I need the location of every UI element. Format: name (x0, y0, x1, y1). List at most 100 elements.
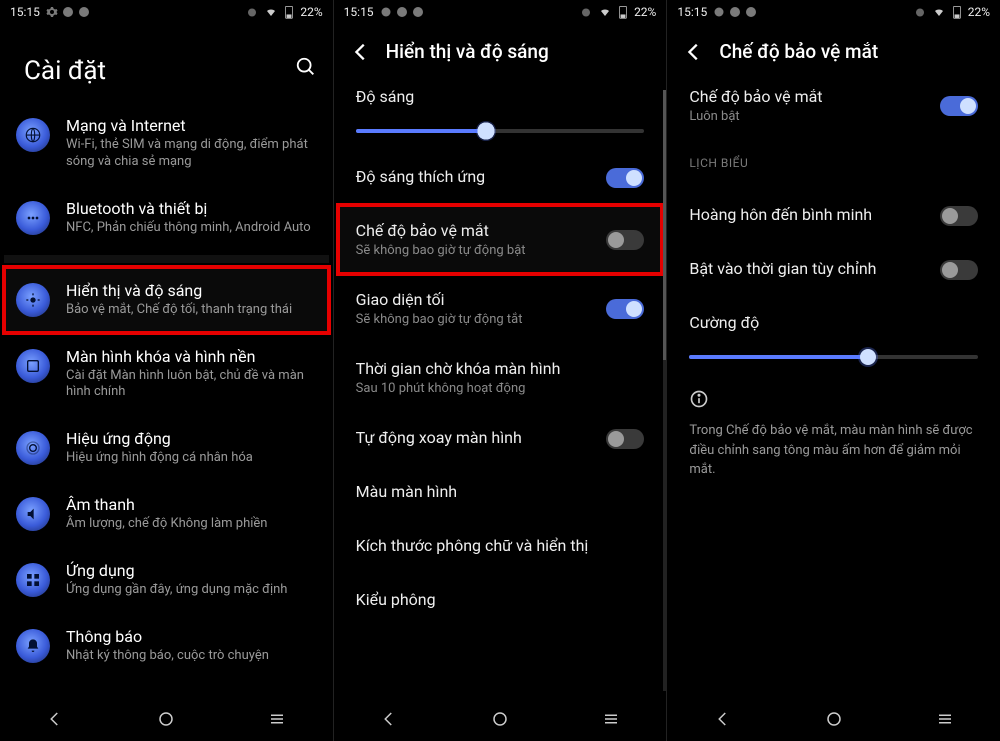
status-bar: 15:15 22% (334, 0, 667, 24)
help-icon (396, 6, 408, 18)
settings-item-sound[interactable]: Âm thanh Âm lượng, chế độ Không làm phiề… (4, 481, 329, 547)
nav-home[interactable] (480, 699, 520, 739)
row-sub: Sẽ không bao giờ tự động tắt (356, 312, 607, 327)
header: Chế độ bảo vệ mắt (667, 24, 1000, 71)
nav-bar (667, 697, 1000, 741)
info-row (671, 377, 996, 421)
battery-icon (952, 5, 962, 19)
display-settings-list: Độ sáng Độ sáng thích ứng Chế độ bảo vệ … (334, 71, 667, 697)
devices-icon (16, 201, 50, 235)
chevron-left-icon (46, 710, 64, 728)
item-title: Màn hình khóa và hình nền (66, 347, 317, 366)
brightness-icon (16, 283, 50, 317)
row-title: Kiểu phông (356, 590, 645, 609)
adaptive-brightness-row[interactable]: Độ sáng thích ứng (338, 151, 663, 205)
row-title: Chế độ bảo vệ mắt (356, 221, 607, 240)
slider-thumb[interactable] (860, 349, 876, 365)
nav-recent[interactable] (257, 699, 297, 739)
status-bar: 15:15 22% (667, 0, 1000, 24)
row-title: Bật vào thời gian tùy chỉnh (689, 259, 940, 278)
brightness-slider[interactable] (356, 129, 645, 133)
page-title: Hiển thị và độ sáng (386, 40, 549, 63)
brightness-slider-wrap (338, 125, 663, 151)
slider-fill (356, 129, 486, 133)
nav-home[interactable] (814, 699, 854, 739)
status-battery: 22% (968, 5, 990, 19)
settings-item-apps[interactable]: Ứng dụng Ứng dụng gần đây, ứng dụng mặc … (4, 547, 329, 613)
help-icon (745, 6, 757, 18)
phone-settings-main: 15:15 22% Cài đặt Mạng và Internet (0, 0, 333, 741)
help-icon (62, 6, 74, 18)
item-title: Bluetooth và thiết bị (66, 199, 317, 218)
header: Hiển thị và độ sáng (334, 24, 667, 71)
row-sub: Sẽ không bao giờ tự động bật (356, 243, 607, 258)
nav-bar (334, 697, 667, 741)
auto-rotate-row[interactable]: Tự động xoay màn hình (338, 412, 663, 466)
nav-back[interactable] (703, 699, 743, 739)
item-sub: Cài đặt Màn hình luôn bật, chủ đề và màn… (66, 368, 317, 402)
circle-icon (491, 710, 509, 728)
screen-color-row[interactable]: Màu màn hình (338, 466, 663, 520)
auto-rotate-toggle[interactable] (606, 429, 644, 449)
row-sub: Sau 10 phút không hoạt động (356, 381, 645, 396)
font-size-row[interactable]: Kích thước phông chữ và hiển thị (338, 520, 663, 574)
section-label: LỊCH BIỂU (689, 156, 748, 170)
dark-mode-row[interactable]: Giao diện tối Sẽ không bao giờ tự động t… (338, 274, 663, 343)
settings-item-bluetooth[interactable]: Bluetooth và thiết bị NFC, Phản chiếu th… (4, 185, 329, 251)
header: Cài đặt (0, 24, 333, 102)
chevron-left-icon (350, 41, 372, 63)
settings-item-display[interactable]: Hiển thị và độ sáng Bảo vệ mắt, Chế độ t… (4, 267, 329, 333)
sunset-sunrise-toggle[interactable] (940, 206, 978, 226)
settings-item-notifications[interactable]: Thông báo Nhật ký thông báo, cuộc trò ch… (4, 613, 329, 679)
nav-recent[interactable] (925, 699, 965, 739)
eye-comfort-main-toggle[interactable] (940, 96, 978, 116)
back-button[interactable] (683, 41, 705, 63)
dark-mode-toggle[interactable] (606, 299, 644, 319)
nav-home[interactable] (146, 699, 186, 739)
eye-comfort-row[interactable]: Chế độ bảo vệ mắt Sẽ không bao giờ tự độ… (338, 205, 663, 274)
nav-back[interactable] (369, 699, 409, 739)
settings-item-animation[interactable]: Hiệu ứng động Hiệu ứng hình động cá nhân… (4, 415, 329, 481)
back-button[interactable] (350, 41, 372, 63)
item-title: Thông báo (66, 627, 317, 646)
search-button[interactable] (295, 56, 317, 78)
globe-icon (16, 118, 50, 152)
page-title: Cài đặt (16, 40, 281, 94)
nav-recent[interactable] (591, 699, 631, 739)
chevron-left-icon (683, 41, 705, 63)
row-title: Giao diện tối (356, 290, 607, 309)
nav-back[interactable] (35, 699, 75, 739)
item-sub: Nhật ký thông báo, cuộc trò chuyện (66, 648, 317, 665)
custom-time-toggle[interactable] (940, 260, 978, 280)
sunset-sunrise-row[interactable]: Hoàng hôn đến bình minh (671, 189, 996, 243)
status-time: 15:15 (344, 5, 374, 19)
chevron-left-icon (714, 710, 732, 728)
eye-comfort-main-row[interactable]: Chế độ bảo vệ mắt Luôn bật (671, 71, 996, 140)
eye-comfort-list: Chế độ bảo vệ mắt Luôn bật LỊCH BIỂU Hoà… (667, 71, 1000, 697)
settings-item-lockscreen[interactable]: Màn hình khóa và hình nền Cài đặt Màn hì… (4, 333, 329, 416)
wifi-icon (264, 6, 278, 18)
item-title: Âm thanh (66, 495, 317, 514)
item-title: Mạng và Internet (66, 116, 317, 135)
settings-item-network[interactable]: Mạng và Internet Wi-Fi, thẻ SIM và mạng … (4, 102, 329, 185)
item-sub: NFC, Phản chiếu thông minh, Android Auto (66, 220, 317, 237)
font-style-row[interactable]: Kiểu phông (338, 574, 663, 628)
screen-timeout-row[interactable]: Thời gian chờ khóa màn hình Sau 10 phút … (338, 343, 663, 412)
intensity-slider[interactable] (689, 355, 978, 359)
apps-icon (16, 563, 50, 597)
slider-thumb[interactable] (478, 123, 494, 139)
section-divider (4, 255, 329, 263)
brightness-label: Độ sáng (356, 87, 415, 106)
row-title: Chế độ bảo vệ mắt (689, 87, 940, 106)
item-sub: Âm lượng, chế độ Không làm phiền (66, 516, 317, 533)
custom-time-row[interactable]: Bật vào thời gian tùy chỉnh (671, 243, 996, 297)
nav-bar (0, 697, 333, 741)
eye-comfort-toggle[interactable] (606, 230, 644, 250)
wallpaper-icon (16, 349, 50, 383)
info-icon (689, 389, 709, 409)
row-title: Độ sáng thích ứng (356, 167, 607, 186)
battery-icon (618, 5, 628, 19)
adaptive-brightness-toggle[interactable] (606, 168, 644, 188)
brightness-label-row: Độ sáng (338, 71, 663, 125)
alarm-icon (914, 6, 926, 18)
